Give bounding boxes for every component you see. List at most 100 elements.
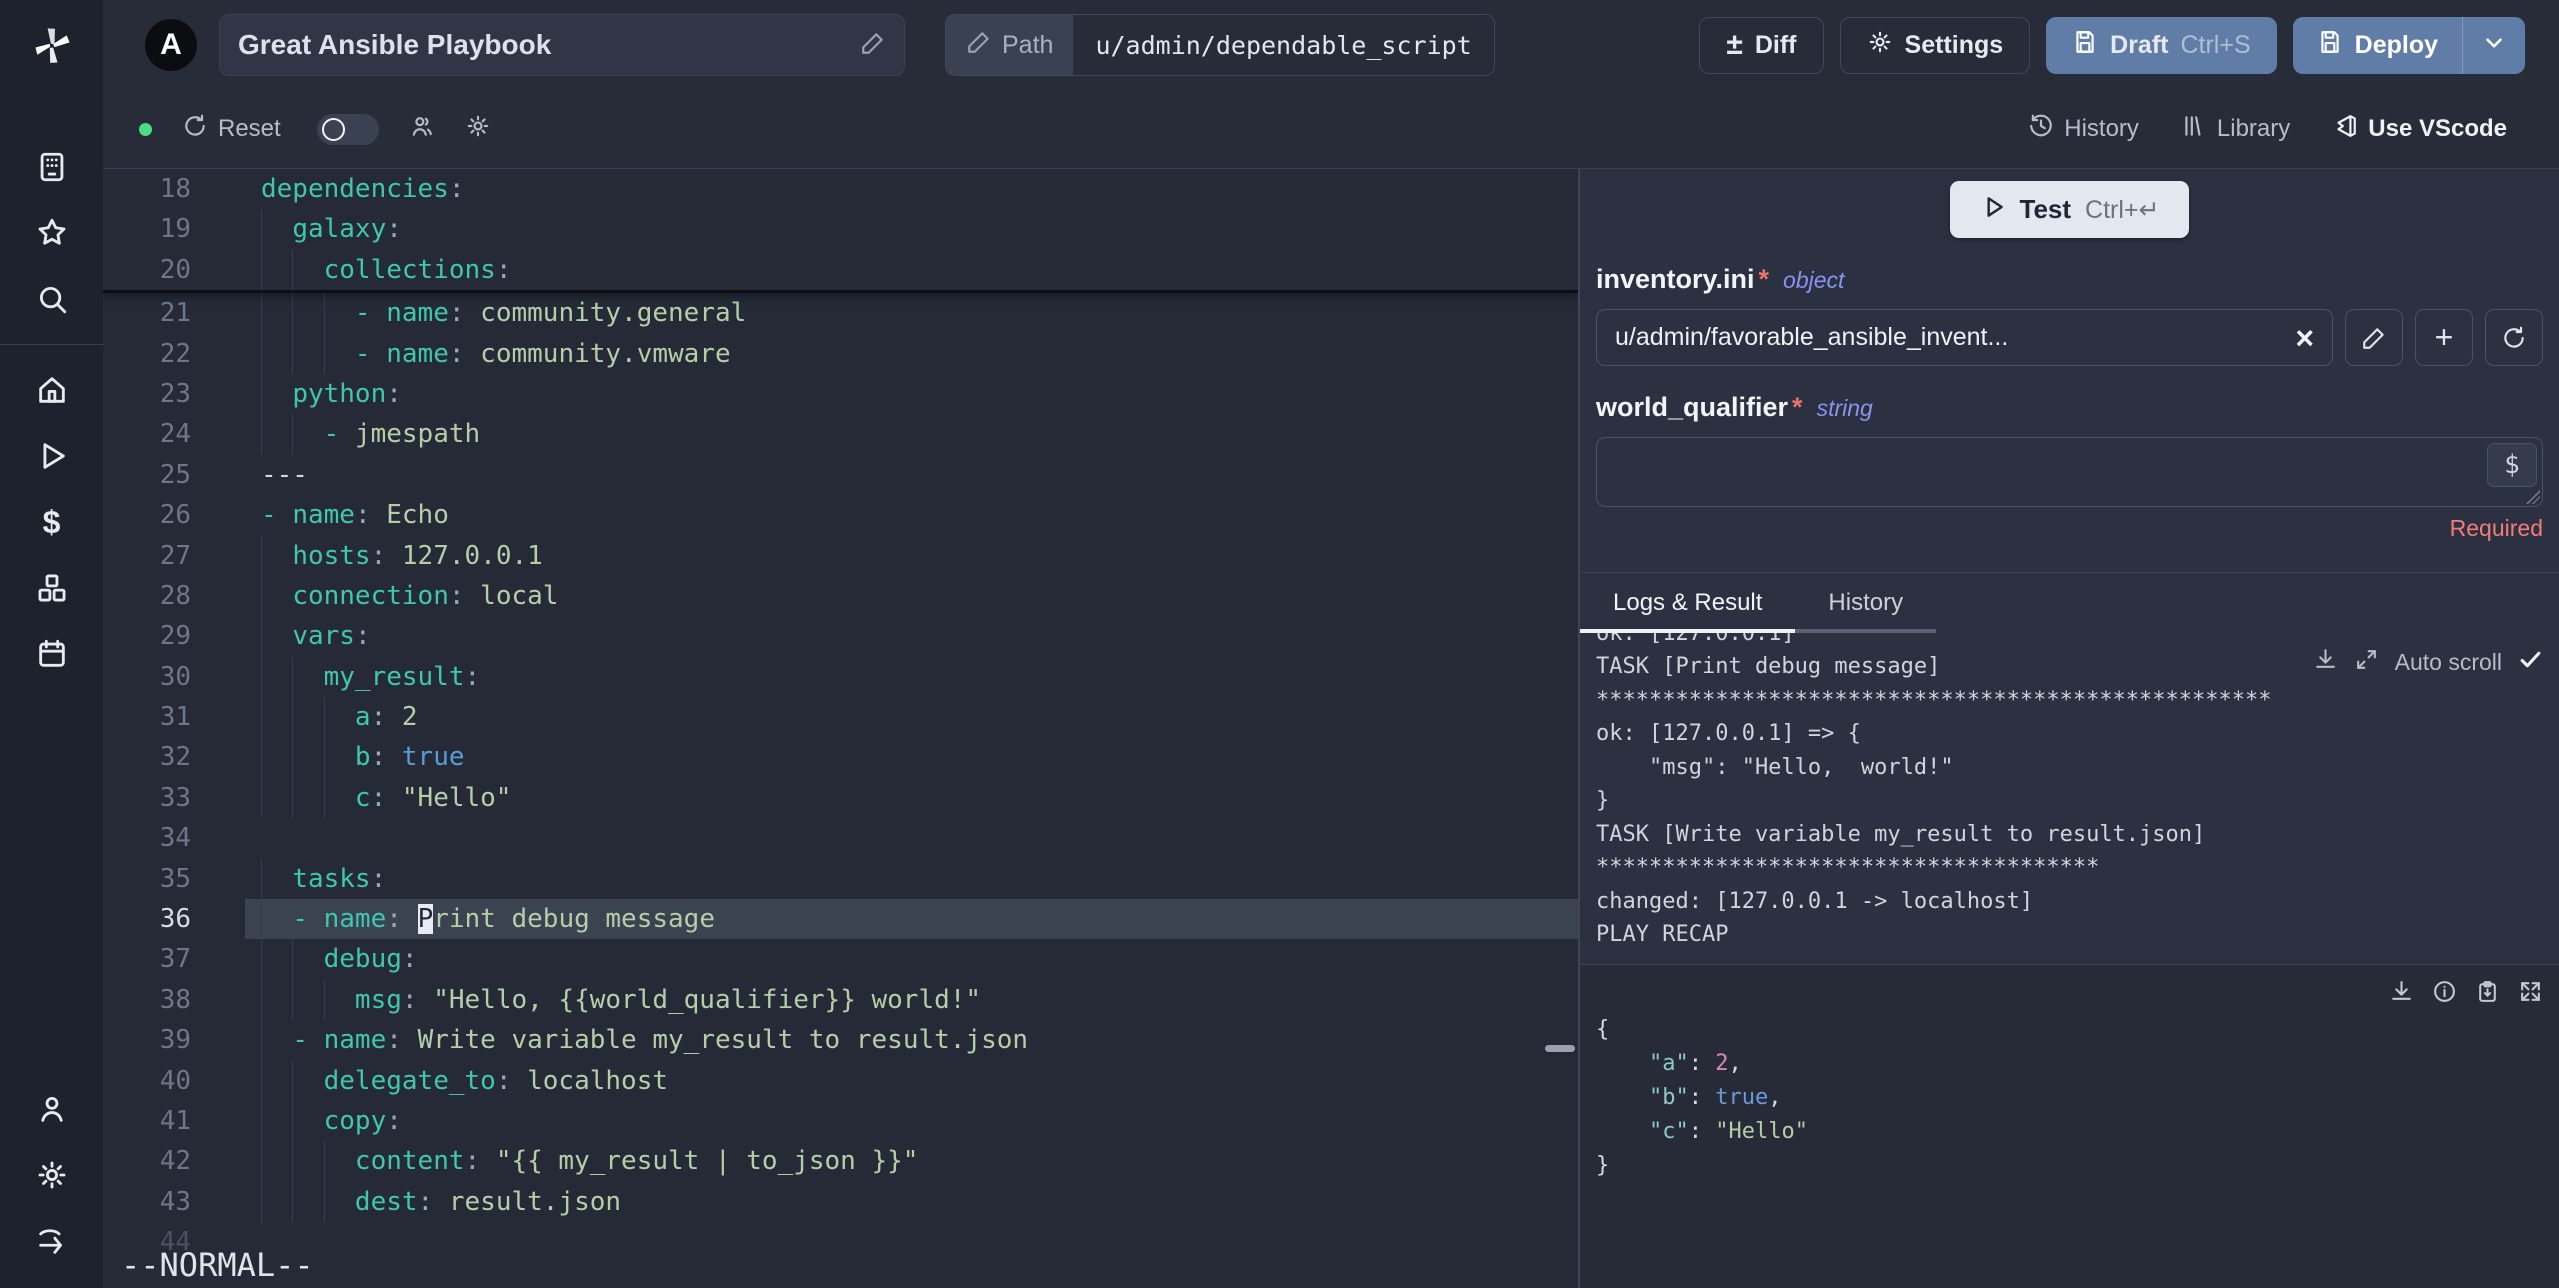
expand-icon[interactable] (2518, 979, 2543, 1009)
code-line[interactable]: 22 - name: community.vmware (103, 333, 1578, 374)
users-icon (409, 113, 435, 146)
code-line[interactable]: 25 --- (103, 455, 1578, 495)
history-button[interactable]: History (2028, 113, 2139, 146)
code-line[interactable]: 18 dependencies: (103, 169, 1578, 209)
logout-icon[interactable] (0, 1208, 103, 1274)
variable-picker-button[interactable]: $ (2487, 443, 2537, 487)
deploy-button[interactable]: Deploy (2293, 17, 2462, 74)
resources-icon[interactable] (0, 555, 103, 621)
run-panel: Test Ctrl+↵ inventory.ini * object u/adm… (1580, 169, 2559, 1288)
code-line[interactable]: 31 a: 2 (103, 697, 1578, 738)
code-editor[interactable]: 18 dependencies: 19 galaxy: 20 collections:… (103, 169, 1578, 1288)
main-split: 18 dependencies: 19 galaxy: 20 collections:… (103, 168, 2559, 1288)
script-title: Great Ansible Playbook (238, 29, 552, 60)
result-line: } (1596, 1153, 1610, 1178)
code-line[interactable]: 40 delegate_to: localhost (103, 1060, 1578, 1101)
reset-button[interactable]: Reset (182, 113, 281, 146)
schedules-icon[interactable] (0, 621, 103, 687)
code-line[interactable]: 24 - jmespath (103, 414, 1578, 455)
log-line: } (1596, 788, 1610, 813)
library-button[interactable]: Library (2181, 113, 2290, 146)
script-title-input[interactable]: Great Ansible Playbook (219, 14, 905, 76)
code-line[interactable]: 33 c: "Hello" (103, 777, 1578, 819)
diff-button[interactable]: ± Diff (1699, 16, 1824, 74)
code-line[interactable]: 19 galaxy: (103, 209, 1578, 250)
plus-minus-icon: ± (1726, 28, 1743, 61)
clipboard-icon[interactable] (2475, 979, 2500, 1009)
edit-title-pencil-icon[interactable] (860, 30, 886, 61)
variables-icon[interactable]: $ (0, 489, 103, 555)
result-line: "c": "Hello" (1648, 1119, 1808, 1144)
deploy-dropdown-button[interactable] (2463, 17, 2525, 74)
download-icon[interactable] (2313, 647, 2338, 678)
library-icon (2181, 113, 2207, 146)
code-line[interactable]: 32 b: true (103, 737, 1578, 778)
code-line[interactable]: 28 connection: local (103, 575, 1578, 617)
inventory-input[interactable]: u/admin/favorable_ansible_invent... × (1596, 309, 2333, 366)
expand-icon[interactable] (2354, 647, 2379, 678)
code-line[interactable]: 41 copy: (103, 1100, 1578, 1142)
tab-logs-result[interactable]: Logs & Result (1580, 573, 1796, 633)
log-line: PLAY RECAP (1596, 922, 1729, 947)
runs-icon[interactable] (0, 423, 103, 489)
log-viewer[interactable]: ok: [127.0.0.1] TASK [Print debug messag… (1580, 633, 2559, 953)
home-icon[interactable] (0, 357, 103, 423)
test-button[interactable]: Test Ctrl+↵ (1949, 181, 2190, 238)
path-label-segment[interactable]: Path (946, 15, 1074, 75)
checkmark-icon[interactable] (2518, 647, 2543, 678)
required-message: Required (2449, 515, 2543, 541)
code-line[interactable]: 37 debug: (103, 939, 1578, 980)
settings-button[interactable]: Settings (1839, 16, 2031, 74)
result-json: { "a": 2, "b": true, "c": "Hello"} (1580, 1013, 2559, 1183)
split-drag-handle[interactable] (1545, 1045, 1575, 1052)
code-line[interactable]: 27 hosts: 127.0.0.1 (103, 535, 1578, 576)
code-line[interactable]: 44 (103, 1222, 1578, 1262)
search-icon[interactable] (0, 266, 103, 332)
user-icon[interactable] (0, 1076, 103, 1142)
resize-handle[interactable] (2526, 490, 2540, 504)
code-line[interactable]: 30 my_result: (103, 656, 1578, 698)
code-line[interactable]: 34 (103, 818, 1578, 858)
path-pencil-icon (966, 29, 992, 62)
code-line[interactable]: 35 tasks: (103, 858, 1578, 900)
code-line[interactable]: 20 collections: (103, 249, 1578, 291)
collaborators-button[interactable] (409, 113, 435, 146)
code-line[interactable]: 23 python: (103, 373, 1578, 415)
code-line[interactable]: 26- name: Echo (103, 495, 1578, 535)
code-line[interactable]: 21 - name: community.general (103, 293, 1578, 334)
diff-mode-toggle[interactable] (316, 113, 379, 145)
code-line[interactable]: 29 vars: (103, 616, 1578, 657)
log-line: ****************************************… (1596, 687, 2272, 713)
split-divider[interactable] (1578, 169, 1580, 1288)
workspace-icon[interactable] (0, 134, 103, 200)
code-line[interactable]: 38 msg: "Hello, {{world_qualifier}} worl… (103, 979, 1578, 1021)
edit-inventory-button[interactable] (2345, 309, 2403, 366)
result-tabs: Logs & Result History (1580, 572, 2559, 633)
code-line[interactable]: 39 - name: Write variable my_result to r… (103, 1020, 1578, 1061)
star-icon[interactable] (0, 200, 103, 266)
use-vscode-button[interactable]: Use VScode (2332, 113, 2507, 146)
autoscroll-label[interactable]: Auto scroll (2395, 649, 2502, 676)
windmill-logo[interactable] (24, 18, 80, 74)
info-icon[interactable] (2432, 979, 2457, 1009)
settings-icon[interactable] (0, 1142, 103, 1208)
save-icon (2072, 29, 2098, 62)
code-line[interactable]: 43 dest: result.json (103, 1181, 1578, 1223)
refresh-inventory-button[interactable] (2485, 309, 2543, 366)
world-qualifier-field-label: world_qualifier * string (1596, 392, 1873, 422)
vim-mode-indicator: --NORMAL-- (121, 1246, 314, 1284)
code-line[interactable]: 42 content: "{{ my_result | to_json }}" (103, 1141, 1578, 1182)
ansible-logo-avatar: A (145, 19, 197, 71)
add-inventory-button[interactable]: + (2415, 309, 2473, 366)
download-icon[interactable] (2389, 979, 2414, 1009)
path-widget[interactable]: Path u/admin/dependable_script (945, 14, 1495, 76)
sidebar: $ (0, 0, 103, 1288)
code-line[interactable]: 36 - name: Print debug message (103, 899, 1578, 940)
tab-history[interactable]: History (1795, 573, 1937, 633)
editor-toolbar: Reset History Library Use VScode (103, 90, 2559, 168)
editor-settings-button[interactable] (465, 113, 491, 146)
clear-icon[interactable]: × (2295, 322, 2314, 354)
world-qualifier-input[interactable]: $ (1596, 437, 2543, 507)
draft-button[interactable]: Draft Ctrl+S (2046, 16, 2277, 74)
log-line: "msg": "Hello, world!" (1596, 754, 1954, 780)
